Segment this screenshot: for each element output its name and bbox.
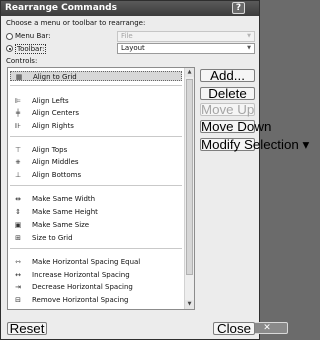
toolbar-dropdown[interactable]: Layout ▼: [117, 43, 255, 54]
controls-label: Controls:: [6, 57, 38, 65]
list-item[interactable]: ⊪ Align Rights: [10, 121, 182, 131]
reset-button[interactable]: Reset: [7, 322, 47, 335]
separator: [10, 185, 182, 186]
list-item[interactable]: ⇹ Make Same Width: [10, 194, 182, 204]
separator: [10, 136, 182, 137]
horizontal-spacing-equal-icon: ⇿: [15, 258, 21, 266]
align-top-icon: ⊤: [14, 146, 22, 154]
list-item[interactable]: ⊤ Align Tops: [10, 145, 182, 155]
same-size-icon: ▣: [14, 221, 22, 229]
toolbar-radio[interactable]: [6, 45, 13, 52]
remove-horizontal-spacing-icon: ⊟: [15, 296, 21, 304]
list-item[interactable]: ⧺ Align Middles: [10, 157, 182, 167]
modify-selection-button[interactable]: Modify Selection ▾: [200, 138, 309, 151]
list-item[interactable]: ╪ Align Centers: [10, 108, 182, 118]
controls-list[interactable]: ▦ Align to Grid ⊫ Align Lefts ╪ Align Ce…: [7, 67, 195, 310]
increase-horizontal-spacing-icon: ↔: [15, 271, 21, 279]
menu-bar-dropdown: File ▼: [117, 31, 255, 42]
toolbar-value: Layout: [121, 44, 145, 52]
list-item[interactable]: ⊫ Align Lefts: [10, 96, 182, 106]
menu-bar-label[interactable]: Menu Bar:: [15, 32, 51, 40]
same-height-icon: ⇕: [15, 208, 21, 216]
separator: [10, 85, 182, 86]
align-left-icon: ⊫: [14, 97, 22, 105]
add-button[interactable]: Add...: [200, 69, 255, 82]
delete-button[interactable]: Delete: [200, 87, 255, 100]
separator: [10, 248, 182, 249]
list-item[interactable]: ↔ Increase Horizontal Spacing: [10, 270, 182, 280]
align-right-icon: ⊪: [14, 122, 22, 130]
scrollbar-thumb[interactable]: [186, 79, 193, 275]
rearrange-commands-dialog: Rearrange Commands ? ✕ Choose a menu or …: [0, 0, 309, 340]
list-item[interactable]: ▦ Align to Grid: [10, 71, 182, 81]
list-item[interactable]: ▣ Make Same Size: [10, 220, 182, 230]
align-bottom-icon: ⊥: [14, 171, 22, 179]
scroll-up-icon[interactable]: ▲: [185, 68, 194, 77]
list-item[interactable]: ⇿ Make Horizontal Spacing Equal: [10, 257, 182, 267]
choose-instructions: Choose a menu or toolbar to rearrange:: [6, 19, 146, 27]
align-center-icon: ╪: [15, 109, 21, 117]
chevron-down-icon: ▼: [247, 33, 251, 39]
move-down-button[interactable]: Move Down: [200, 120, 271, 133]
move-up-button[interactable]: Move Up: [200, 103, 255, 116]
title-bar: Rearrange Commands ? ✕: [1, 1, 288, 334]
close-button[interactable]: Close: [213, 322, 255, 335]
toolbar-label[interactable]: Toolbar:: [15, 44, 47, 54]
scroll-down-icon[interactable]: ▼: [185, 300, 194, 309]
menu-bar-value: File: [121, 32, 133, 40]
window-title: Rearrange Commands: [5, 3, 117, 13]
menu-bar-radio[interactable]: [6, 33, 13, 40]
list-item[interactable]: ⊥ Align Bottoms: [10, 170, 182, 180]
decrease-horizontal-spacing-icon: ⇥: [15, 283, 21, 291]
same-width-icon: ⇹: [15, 195, 21, 203]
size-to-grid-icon: ⊞: [15, 234, 21, 242]
list-item[interactable]: ⊞ Size to Grid: [10, 233, 182, 243]
vertical-scrollbar[interactable]: ▲ ▼: [184, 68, 194, 309]
help-icon[interactable]: ?: [232, 2, 245, 14]
list-item[interactable]: ⇥ Decrease Horizontal Spacing: [10, 282, 182, 292]
chevron-down-icon[interactable]: ▼: [245, 45, 253, 52]
align-middle-icon: ⧺: [15, 158, 21, 166]
list-item[interactable]: ⊟ Remove Horizontal Spacing: [10, 295, 182, 305]
list-item[interactable]: ⇕ Make Same Height: [10, 207, 182, 217]
grid-icon: ▦: [15, 73, 23, 81]
